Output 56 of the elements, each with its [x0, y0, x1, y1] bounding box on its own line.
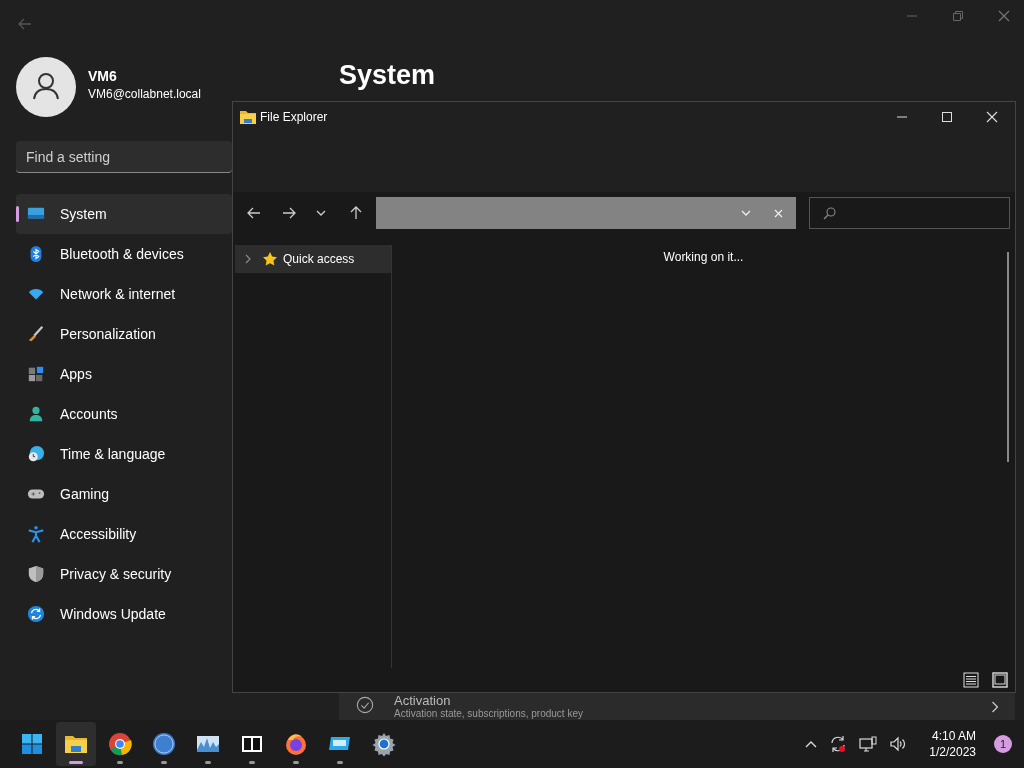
restore-icon[interactable] [952, 10, 964, 22]
scrollbar[interactable] [1007, 252, 1009, 462]
search-icon [823, 206, 836, 220]
preview-view-icon[interactable] [992, 672, 1008, 688]
nav-item[interactable]: Accessibility [16, 514, 232, 554]
person-icon [27, 405, 45, 423]
nav-item[interactable]: Personalization [16, 314, 232, 354]
clear-icon[interactable] [774, 208, 783, 218]
activation-subtitle: Activation state, subscriptions, product key [394, 708, 584, 720]
star-icon [262, 251, 278, 267]
chevron-right-icon[interactable] [244, 254, 252, 264]
folder-icon [240, 110, 256, 124]
update-icon [27, 605, 45, 623]
nav-item[interactable]: Bluetooth & devices [16, 234, 232, 274]
forward-arrow-icon[interactable] [282, 207, 296, 219]
chevron-right-icon [991, 701, 999, 713]
nav-item[interactable]: Gaming [16, 474, 232, 514]
nav-item[interactable]: Time & language [16, 434, 232, 474]
search-field[interactable]: Find a setting [16, 141, 232, 173]
avatar-icon [16, 57, 76, 117]
notification-badge[interactable]: 1 [994, 735, 1012, 753]
nav-item[interactable]: Windows Update [16, 594, 232, 634]
chrome-icon [108, 732, 132, 756]
firefox-icon [284, 732, 308, 756]
apps-icon [27, 365, 45, 383]
search-field[interactable] [809, 197, 1010, 229]
speaker-icon[interactable] [889, 736, 908, 752]
nav-item[interactable]: System [16, 194, 232, 234]
maximize-icon[interactable] [941, 111, 953, 123]
nav-item[interactable]: Privacy & security [16, 554, 232, 594]
user-name: VM6 [88, 67, 118, 84]
windows-logo-icon [20, 732, 44, 756]
nav-item[interactable]: Apps [16, 354, 232, 394]
tree-item[interactable]: Quick access [235, 245, 391, 273]
gear-icon [372, 732, 396, 756]
nav-item[interactable]: Network & internet [16, 274, 232, 314]
network-icon[interactable] [859, 736, 878, 752]
shield-icon [27, 565, 45, 583]
user-email: VM6@collabnet.local [88, 86, 201, 101]
window-title: File Explorer [260, 110, 329, 124]
sync-icon[interactable] [829, 735, 848, 753]
chevron-down-icon[interactable] [316, 210, 326, 216]
details-view-icon[interactable] [963, 672, 979, 688]
check-circle-icon [356, 696, 374, 714]
accessibility-icon [27, 525, 45, 543]
page-title: System [339, 60, 437, 91]
up-arrow-icon[interactable] [350, 206, 362, 220]
clock-icon [27, 445, 45, 463]
clock[interactable]: 4:10 AM 1/2/2023 [929, 728, 976, 760]
activation-title: Activation [394, 694, 452, 708]
taskbar-button[interactable] [56, 722, 96, 766]
brush-icon [27, 325, 45, 343]
activation-row[interactable]: Activation Activation state, subscriptions, product key [339, 693, 1015, 720]
chevron-up-icon[interactable] [805, 740, 818, 748]
status-message: Working on it... [663, 250, 744, 265]
nav-item[interactable]: Accounts [16, 394, 232, 434]
